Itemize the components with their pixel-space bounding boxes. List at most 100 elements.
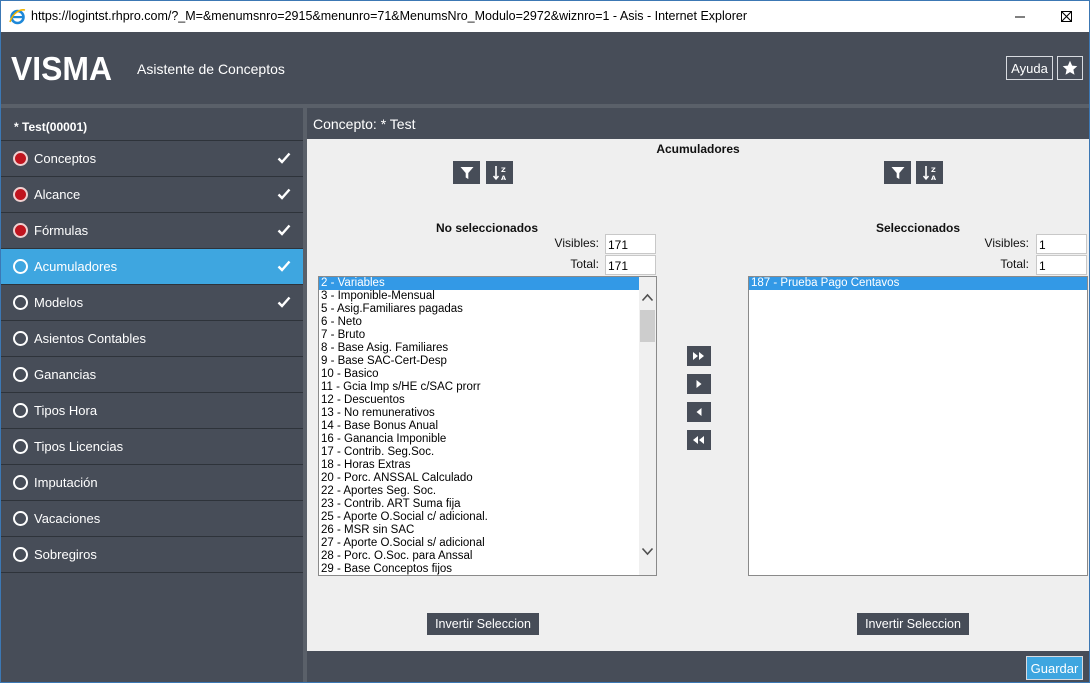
left-visibles-field[interactable]: 171 (605, 234, 656, 254)
svg-text:A: A (501, 174, 506, 181)
window-titlebar: https://logintst.rhpro.com/?_M=&menumsnr… (1, 1, 1089, 32)
checkmark-icon (277, 260, 291, 272)
chevron-up-icon[interactable] (641, 293, 654, 302)
sidebar-item-label: Sobregiros (34, 547, 97, 562)
favorite-button[interactable] (1057, 56, 1083, 80)
list-item[interactable]: 3 - Imponible-Mensual (319, 290, 656, 303)
right-total-field[interactable]: 1 (1036, 255, 1087, 275)
sidebar-item-label: Acumuladores (34, 259, 118, 274)
svg-text:A: A (931, 174, 936, 181)
left-column-title: No seleccionados (436, 221, 539, 235)
right-sort-button[interactable]: Z A (916, 161, 943, 184)
list-item[interactable]: 22 - Aportes Seg. Soc. (319, 485, 656, 498)
sidebar-item-sobregiros[interactable]: Sobregiros (1, 537, 303, 573)
sidebar-item-label: Ganancias (34, 367, 97, 382)
list-item[interactable]: 13 - No remunerativos (319, 407, 656, 420)
list-item[interactable]: 29 - Base Conceptos fijos (319, 563, 656, 575)
list-item[interactable]: 187 - Prueba Pago Centavos (749, 277, 1087, 290)
sidebar-item-label: Tipos Hora (34, 403, 98, 418)
selected-list[interactable]: 187 - Prueba Pago Centavos (748, 276, 1088, 576)
list-item[interactable]: 5 - Asig.Familiares pagadas (319, 303, 656, 316)
chevron-down-icon[interactable] (641, 547, 654, 556)
svg-text:Z: Z (931, 166, 936, 174)
sidebar-item-conceptos[interactable]: Conceptos (1, 141, 303, 177)
sidebar-item-imputaci-n[interactable]: Imputación (1, 465, 303, 501)
available-items: 2 - Variables 3 - Imponible-Mensual 5 - As… (319, 277, 656, 575)
list-item[interactable]: 26 - MSR sin SAC (319, 524, 656, 537)
list-item[interactable]: 18 - Horas Extras (319, 459, 656, 472)
status-circle-icon (13, 475, 28, 490)
close-button[interactable] (1043, 1, 1089, 32)
wizard-steps: Conceptos Alcance Fórmulas Acumuladores Mode… (1, 141, 303, 573)
checkmark-icon (277, 188, 291, 200)
status-dot-red-icon (13, 151, 28, 166)
internet-explorer-icon (9, 9, 26, 25)
sidebar-item-label: Tipos Licencias (34, 439, 124, 454)
visma-logo: VISMA (11, 54, 112, 82)
list-item[interactable]: 9 - Base SAC-Cert-Desp (319, 355, 656, 368)
list-item[interactable]: 16 - Ganancia Imponible (319, 433, 656, 446)
invert-selected-button[interactable]: Invertir Seleccion (857, 613, 969, 635)
app-header: VISMA Asistente de Conceptos Ayuda (1, 32, 1089, 104)
list-item[interactable]: 10 - Basico (319, 368, 656, 381)
svg-text:VISMA: VISMA (11, 54, 112, 82)
right-visibles-label: Visibles: (984, 236, 1029, 250)
move-all-left-button[interactable] (687, 430, 711, 450)
sidebar-item-label: Asientos Contables (34, 331, 147, 346)
sidebar-item-alcance[interactable]: Alcance (1, 177, 303, 213)
list-item[interactable]: 28 - Porc. O.Soc. para Anssal (319, 550, 656, 563)
svg-text:Z: Z (501, 166, 506, 174)
help-button[interactable]: Ayuda (1006, 56, 1053, 80)
sidebar-item-modelos[interactable]: Modelos (1, 285, 303, 321)
sidebar-item-acumuladores[interactable]: Acumuladores (1, 249, 303, 285)
list-item[interactable]: 2 - Variables (319, 277, 656, 290)
list-item[interactable]: 7 - Bruto (319, 329, 656, 342)
available-list[interactable]: 2 - Variables 3 - Imponible-Mensual 5 - As… (318, 276, 657, 576)
sidebar-heading: * Test(00001) (1, 108, 303, 141)
left-sort-button[interactable]: Z A (486, 161, 513, 184)
list-item[interactable]: 12 - Descuentos (319, 394, 656, 407)
list-item[interactable]: 8 - Base Asig. Familiares (319, 342, 656, 355)
list-item[interactable]: 14 - Base Bonus Anual (319, 420, 656, 433)
list-item[interactable]: 25 - Aporte O.Social c/ adicional. (319, 511, 656, 524)
sidebar-item-ganancias[interactable]: Ganancias (1, 357, 303, 393)
left-total-field[interactable]: 171 (605, 255, 656, 275)
footer-bar: Guardar (307, 651, 1089, 682)
sidebar-item-asientos-contables[interactable]: Asientos Contables (1, 321, 303, 357)
selected-items: 187 - Prueba Pago Centavos (749, 277, 1087, 290)
save-button[interactable]: Guardar (1026, 656, 1083, 680)
move-all-right-button[interactable] (687, 346, 711, 366)
list-item[interactable]: 6 - Neto (319, 316, 656, 329)
sort-az-icon: Z A (492, 165, 506, 181)
list-item[interactable]: 27 - Aporte O.Social s/ adicional (319, 537, 656, 550)
list-item[interactable]: 17 - Contrib. Seg.Soc. (319, 446, 656, 459)
sidebar-item-tipos-licencias[interactable]: Tipos Licencias (1, 429, 303, 465)
list-item[interactable]: 11 - Gcia Imp s/HE c/SAC prorr (319, 381, 656, 394)
filter-icon (460, 166, 473, 179)
close-icon (1060, 11, 1072, 22)
invert-available-button[interactable]: Invertir Seleccion (427, 613, 539, 635)
scroll-thumb[interactable] (640, 310, 655, 342)
sidebar-item-f-rmulas[interactable]: Fórmulas (1, 213, 303, 249)
minimize-hit (997, 1, 1043, 32)
right-column-title: Seleccionados (876, 221, 961, 235)
list-item[interactable]: 20 - Porc. ANSSAL Calculado (319, 472, 656, 485)
move-right-button[interactable] (687, 374, 711, 394)
list-item[interactable]: 23 - Contrib. ART Suma fija (319, 498, 656, 511)
sidebar-item-label: Vacaciones (34, 511, 101, 526)
chevron-right-icon (696, 380, 702, 388)
sidebar-item-label: Fórmulas (34, 223, 89, 238)
move-left-button[interactable] (687, 402, 711, 422)
app-title: Asistente de Conceptos (137, 61, 285, 77)
left-filter-button[interactable] (453, 161, 480, 184)
available-scrollbar[interactable] (639, 277, 656, 575)
sidebar-item-tipos-hora[interactable]: Tipos Hora (1, 393, 303, 429)
sidebar-item-label: Conceptos (34, 151, 97, 166)
status-circle-icon (13, 403, 28, 418)
status-circle-icon (13, 295, 28, 310)
section-title: Acumuladores (656, 142, 740, 156)
right-filter-button[interactable] (884, 161, 911, 184)
status-circle-icon (13, 547, 28, 562)
right-visibles-field[interactable]: 1 (1036, 234, 1087, 254)
sidebar-item-vacaciones[interactable]: Vacaciones (1, 501, 303, 537)
